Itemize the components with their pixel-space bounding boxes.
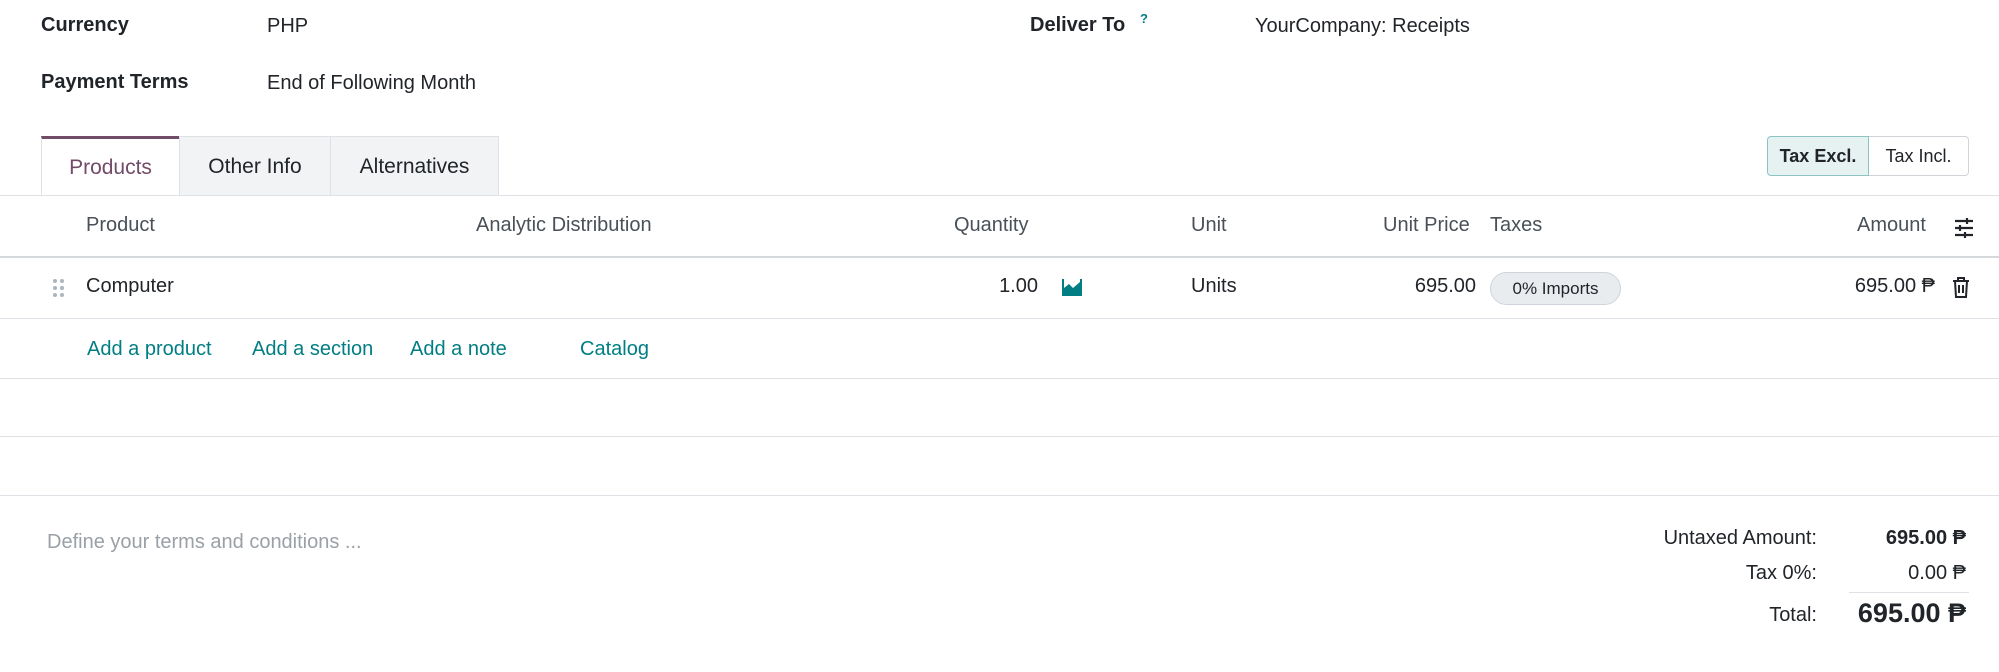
tab-alternatives[interactable]: Alternatives: [330, 136, 499, 196]
add-note-link[interactable]: Add a note: [410, 338, 507, 361]
trash-icon[interactable]: [1952, 277, 1970, 298]
terms-conditions-input[interactable]: Define your terms and conditions ...: [47, 531, 362, 554]
product-cell[interactable]: Computer: [86, 275, 174, 298]
tab-other-info[interactable]: Other Info: [179, 136, 331, 196]
tab-products[interactable]: Products: [41, 136, 180, 196]
tabs-divider: [0, 195, 1999, 196]
payment-terms-label: Payment Terms: [41, 71, 189, 93]
totals-divider: [1849, 592, 1969, 593]
deliver-to-label: Deliver To: [1030, 14, 1126, 36]
untaxed-amount-value: 695.00 ₱: [1885, 527, 1966, 549]
currency-field[interactable]: PHP: [267, 15, 308, 38]
unit-cell[interactable]: Units: [1191, 275, 1237, 298]
header-divider: [0, 256, 1999, 258]
currency-label: Currency: [41, 14, 129, 36]
tax-excl-button[interactable]: Tax Excl.: [1767, 136, 1869, 176]
untaxed-amount-label: Untaxed Amount:: [1663, 527, 1817, 549]
row-divider: [0, 318, 1999, 319]
total-value: 695.00 ₱: [1857, 598, 1966, 628]
row-divider: [0, 378, 1999, 379]
tax-label: Tax 0%:: [1745, 562, 1817, 584]
column-header-analytic[interactable]: Analytic Distribution: [476, 214, 652, 237]
unit-price-cell[interactable]: 695.00: [1376, 275, 1476, 298]
forecast-chart-icon[interactable]: [1062, 278, 1082, 296]
optional-columns-icon[interactable]: [1953, 217, 1975, 239]
tax-value: 0.00 ₱: [1908, 562, 1966, 584]
drag-handle-icon[interactable]: [52, 278, 66, 298]
tax-badge[interactable]: 0% Imports: [1490, 272, 1621, 305]
deliver-to-field[interactable]: YourCompany: Receipts: [1255, 15, 1470, 38]
catalog-link[interactable]: Catalog: [580, 338, 649, 361]
amount-cell: 695.00 ₱: [1854, 275, 1935, 297]
column-header-taxes[interactable]: Taxes: [1490, 214, 1542, 237]
add-section-link[interactable]: Add a section: [252, 338, 373, 361]
tax-toggle: Tax Excl. Tax Incl.: [1767, 136, 1969, 176]
quantity-cell[interactable]: 1.00: [960, 275, 1038, 298]
column-header-product[interactable]: Product: [86, 214, 155, 237]
column-header-quantity[interactable]: Quantity: [954, 214, 1028, 237]
notebook-tabs: Products Other Info Alternatives: [41, 136, 499, 196]
tax-incl-button[interactable]: Tax Incl.: [1869, 136, 1969, 176]
row-divider: [0, 436, 1999, 437]
column-header-unit-price[interactable]: Unit Price: [1383, 214, 1470, 237]
column-header-amount[interactable]: Amount: [1857, 214, 1926, 237]
column-header-unit[interactable]: Unit: [1191, 214, 1227, 237]
total-label: Total:: [1769, 604, 1817, 626]
add-product-link[interactable]: Add a product: [87, 338, 212, 361]
help-tooltip-icon[interactable]: ?: [1140, 11, 1148, 26]
payment-terms-field[interactable]: End of Following Month: [267, 72, 476, 95]
row-divider: [0, 495, 1999, 496]
